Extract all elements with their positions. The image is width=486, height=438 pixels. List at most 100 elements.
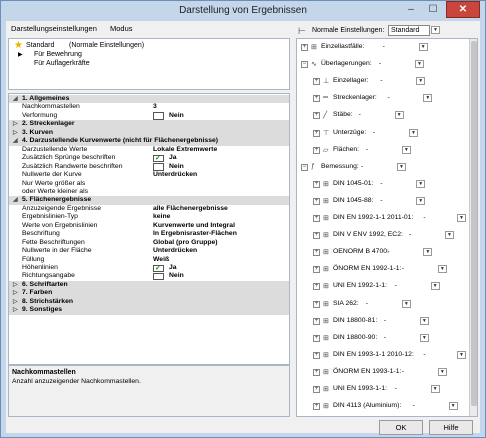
tree-item[interactable]: + ⊞ ÖNORM EN 1992-1-1: - ▼ [297,264,467,275]
tree-item-value[interactable]: - [423,214,425,221]
checkbox[interactable]: ✓ [153,154,164,163]
property-row[interactable]: Fette Beschriftungen Global (pro Gruppe) [9,239,289,247]
expand-icon[interactable]: + [313,112,320,120]
chevron-down-icon[interactable]: ▼ [437,265,447,274]
expand-icon[interactable]: + [313,78,320,86]
expand-icon[interactable]: + [313,334,320,342]
chevron-down-icon[interactable]: ▼ [457,350,466,359]
tree-item-value[interactable]: - [366,300,368,307]
property-value[interactable]: Unterdrücken [153,171,197,178]
property-row[interactable]: oder Werte kleiner als [9,188,289,196]
chevron-down-icon[interactable]: ▼ [401,145,411,154]
chevron-down-icon[interactable]: ▼ [423,248,433,257]
expand-icon[interactable]: + [313,351,320,359]
tree-scrollbar[interactable] [469,39,477,416]
chevron-down-icon[interactable]: ▼ [448,402,458,411]
property-section[interactable]: ◢ 1. Allgemeines [9,95,289,104]
property-value[interactable]: Weiß [153,256,169,263]
property-value[interactable]: In Ergebnisraster-Flächen [153,230,237,237]
tree-item-value[interactable]: - [384,317,386,324]
chevron-down-icon[interactable]: ▼ [437,367,447,376]
expand-icon[interactable]: + [313,249,320,257]
property-row[interactable]: Darzustellende Werte Lokale Extremwerte [9,146,289,154]
chevron-down-icon[interactable]: ▼ [430,385,440,393]
tree-item[interactable]: + ⊤ Unterzüge: - ▼ [297,128,467,139]
tree-item-value[interactable]: - [423,351,425,358]
chevron-down-icon[interactable]: ▼ [430,282,440,291]
checkbox[interactable] [153,272,164,281]
tree-item[interactable]: − ƒ Bemessung: - ▼ [297,162,467,173]
chevron-down-icon[interactable]: ▼ [409,128,418,137]
collapse-icon[interactable]: − [301,61,308,69]
property-section[interactable]: ▷ 6. Schriftarten [9,280,289,290]
chevron-down-icon[interactable]: ▼ [457,214,466,222]
property-value[interactable]: Kurvenwerte und Integral [153,222,235,229]
expand-icon[interactable]: + [313,403,320,411]
tree-item-value[interactable]: - [387,94,389,101]
property-row[interactable]: Höhenlinien ✓ Ja [9,264,289,272]
tree-item[interactable]: + ⊞ Einzellastfälle: - ▼ [297,42,467,53]
expand-icon[interactable]: + [313,197,320,205]
expand-icon[interactable]: + [313,386,320,393]
property-row[interactable]: Ergebnislinien-Typ keine [9,213,289,221]
tree-item-value[interactable]: - [359,111,361,118]
tree-item[interactable]: + ⊥ Einzellager: - ▼ [297,76,467,87]
chevron-down-icon[interactable]: ▼ [397,162,406,171]
expanded-arrow-icon[interactable]: ◢ [13,137,18,144]
chevron-down-icon[interactable]: ▼ [415,60,424,69]
tree-item-value[interactable]: - [402,265,404,272]
tree-item-value[interactable]: - [380,77,382,84]
checkbox[interactable] [153,163,164,171]
property-row[interactable]: Nur Werte größer als [9,180,289,188]
expand-icon[interactable]: + [313,266,320,274]
tree-item-value[interactable]: - [361,163,363,170]
checkbox[interactable]: ✓ [153,264,164,272]
tree-item-value[interactable]: - [366,146,368,153]
property-row[interactable]: Anzuzeigende Ergebnisse alle Flächenergeb… [9,205,289,213]
maximize-button[interactable]: ☐ [423,2,443,18]
tree-item-value[interactable]: - [402,368,404,375]
tree-item-value[interactable]: - [395,282,397,289]
property-value[interactable]: Global (pro Gruppe) [153,239,218,246]
expand-icon[interactable]: + [313,215,320,222]
expand-icon[interactable]: + [313,146,320,154]
tree-item[interactable]: + ╱ Stäbe: - ▼ [297,110,467,121]
menu-darstellungseinstellungen[interactable]: Darstellungseinstellungen [11,24,97,33]
property-section[interactable]: ◢ 5. Flächenergebnisse [9,196,289,205]
minimize-button[interactable]: – [401,2,421,18]
tree-item-value[interactable]: - [373,129,375,136]
collapsed-arrow-icon[interactable]: ▷ [13,281,18,288]
tree-item[interactable]: + ⊞ DIN 18800-81: - ▼ [297,316,467,327]
tree-item[interactable]: + ⊞ DIN 18800-90: - ▼ [297,333,467,344]
property-section[interactable]: ▷ 3. Kurven [9,128,289,138]
tree-item[interactable]: + ⊞ DIN EN 1992-1-1 2011-01: - ▼ [297,213,467,224]
tree-item[interactable]: + ⊞ DIN 1045-88: - ▼ [297,196,467,207]
property-row[interactable]: Nullwerte in der Fläche Unterdrücken [9,247,289,255]
chevron-down-icon[interactable]: ▼ [401,299,411,308]
menu-modus[interactable]: Modus [110,24,133,33]
property-row[interactable]: Zusätzlich Sprünge beschriften ✓ Ja [9,154,289,163]
property-value[interactable]: keine [153,213,170,220]
chevron-down-icon[interactable]: ▼ [419,333,429,342]
chevron-down-icon[interactable]: ▼ [445,231,454,240]
expand-icon[interactable]: + [313,300,320,308]
chevron-down-icon[interactable]: ▼ [419,316,429,325]
property-value[interactable]: Lokale Extremwerte [153,146,217,153]
tree-item[interactable]: + ▱ Flächen: - ▼ [297,145,467,156]
scrollbar-thumb[interactable] [471,41,477,406]
collapse-icon[interactable]: − [301,163,308,171]
tree-item[interactable]: + ⊞ UNI EN 1993-1-1: - ▼ [297,384,467,395]
expanded-arrow-icon[interactable]: ◢ [13,95,18,102]
collapsed-arrow-icon[interactable]: ▷ [13,129,18,136]
property-row[interactable]: Nullwerte der Kurve Unterdrücken [9,171,289,179]
tree-item[interactable]: + ═ Streckenlager: - ▼ [297,93,467,104]
collapsed-arrow-icon[interactable]: ▷ [13,306,18,313]
close-button[interactable]: ✕ [446,1,480,18]
chevron-down-icon[interactable]: ▼ [431,26,440,34]
property-section[interactable]: ▷ 2. Streckenlager [9,120,289,129]
tree-item-value[interactable]: - [384,334,386,341]
property-row[interactable]: Werte von Ergebnislinien Kurvenwerte und … [9,222,289,230]
expand-icon[interactable]: + [313,368,320,376]
chevron-down-icon[interactable]: ▼ [394,111,404,120]
checkbox[interactable] [153,112,164,120]
